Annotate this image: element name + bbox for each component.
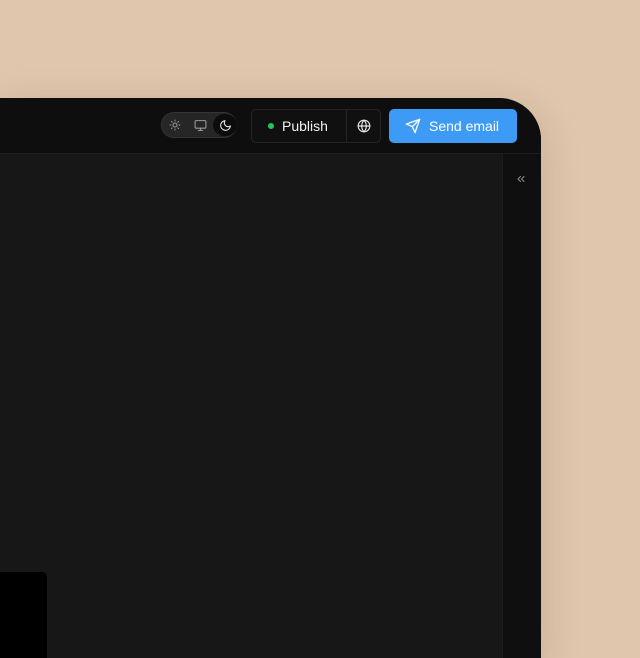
publish-status-dot	[268, 123, 274, 129]
theme-system-option[interactable]	[188, 114, 212, 136]
canvas-block	[0, 572, 47, 658]
right-sidebar	[502, 154, 541, 658]
moon-icon	[219, 119, 231, 131]
language-button[interactable]	[347, 110, 381, 142]
chevrons-left-icon	[517, 175, 525, 183]
theme-toggle	[161, 112, 237, 138]
send-email-label: Send email	[429, 118, 500, 134]
publish-label: Publish	[282, 118, 328, 134]
monitor-icon	[194, 119, 206, 131]
send-email-button[interactable]: Send email	[389, 109, 517, 143]
top-toolbar: Publish Send email	[0, 98, 541, 154]
send-icon	[405, 118, 421, 134]
publish-button[interactable]: Publish	[252, 110, 346, 142]
sun-icon	[169, 119, 181, 131]
globe-icon	[357, 119, 371, 133]
theme-dark-option[interactable]	[213, 114, 237, 136]
theme-light-option[interactable]	[163, 114, 187, 136]
editor-canvas	[0, 154, 502, 658]
app-window: Publish Send email	[0, 98, 541, 658]
collapse-sidebar-button[interactable]	[513, 172, 529, 186]
publish-group: Publish	[251, 109, 381, 143]
